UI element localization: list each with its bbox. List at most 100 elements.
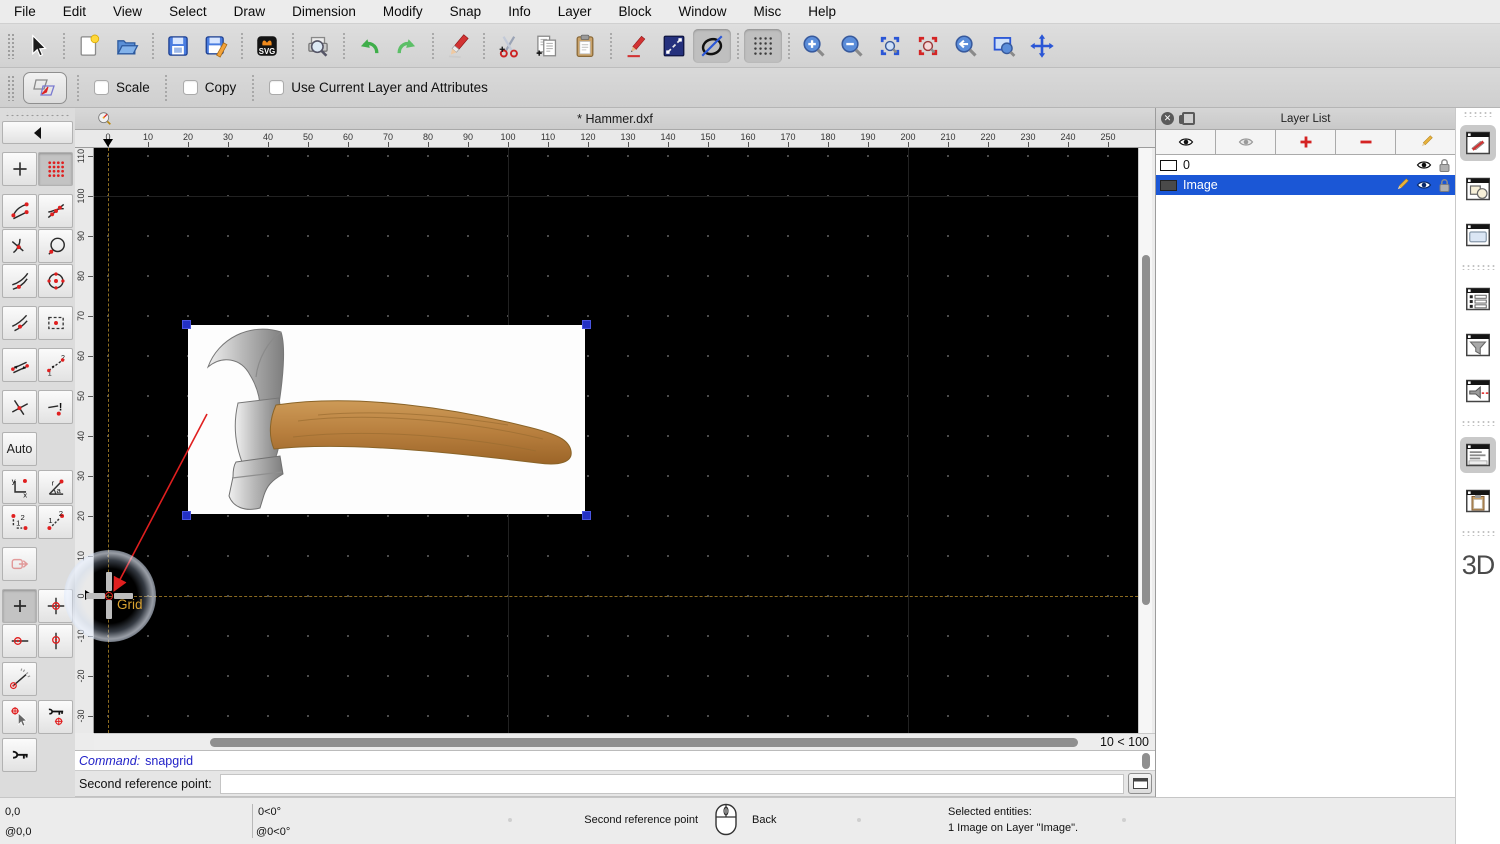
document-titlebar[interactable]: * Hammer.dxf [75,108,1155,130]
snap-grid-button[interactable] [38,152,73,186]
checkbox[interactable] [183,80,198,95]
eye-black-icon[interactable] [1416,157,1432,173]
command-history[interactable]: Command: snapgrid [75,750,1155,771]
save-file-button[interactable] [159,29,197,63]
option-scale[interactable]: Scale [94,80,150,95]
zoom-back-button[interactable] [947,29,985,63]
coord-cartesian-button[interactable]: yx [2,470,37,504]
back-arrow-button[interactable] [2,121,73,144]
layer-toolbar-eye-gray[interactable] [1216,130,1276,154]
zoom-out-button[interactable] [833,29,871,63]
checkbox[interactable] [269,80,284,95]
menu-draw[interactable]: Draw [234,4,266,19]
save-as-button[interactable] [197,29,235,63]
menu-select[interactable]: Select [169,4,207,19]
open-file-button[interactable] [108,29,146,63]
snap-nearest-button[interactable] [2,306,37,340]
dock-entity-list-button[interactable] [1460,281,1496,317]
print-preview-button[interactable] [299,29,337,63]
snap-on-circle-button[interactable] [38,229,73,263]
option-copy[interactable]: Copy [183,80,237,95]
rel-polar-button[interactable]: 12 [38,505,73,539]
dock-block-list-button[interactable] [1460,171,1496,207]
pointer-button[interactable] [19,29,57,63]
menu-modify[interactable]: Modify [383,4,423,19]
snap-tangent-button[interactable] [2,264,37,298]
menu-snap[interactable]: Snap [450,4,482,19]
layer-toolbar-plus-red[interactable] [1276,130,1336,154]
dock-layer-list-button[interactable] [1460,125,1496,161]
command-input[interactable] [220,774,1124,794]
scrollbar-thumb[interactable] [210,738,1078,747]
layer-toolbar-minus-red[interactable] [1336,130,1396,154]
line-attributes-button[interactable] [655,29,693,63]
menu-dimension[interactable]: Dimension [292,4,356,19]
canvas-vertical-scrollbar[interactable] [1138,148,1152,733]
command-history-scrollbar[interactable] [1142,753,1150,769]
lock-icon[interactable] [1438,158,1451,173]
redo-button[interactable] [388,29,426,63]
dock-selection-filter-button[interactable] [1460,327,1496,363]
dock-library-button[interactable] [1460,217,1496,253]
restrict-nothing-button[interactable] [2,589,37,623]
menu-window[interactable]: Window [679,4,727,19]
auto-button[interactable]: Auto [2,432,37,466]
dock-clipboard-button[interactable] [1460,483,1496,519]
dock-3d-label[interactable]: 3D [1462,550,1495,581]
layer-row-0[interactable]: 0 [1156,155,1455,175]
menu-misc[interactable]: Misc [754,4,782,19]
menu-view[interactable]: View [113,4,142,19]
restrict-horizontal-button[interactable] [2,624,37,658]
snap-free-button[interactable] [2,152,37,186]
dock-pen-button[interactable] [1460,373,1496,409]
angle-gauge-button[interactable] [2,662,37,696]
zoom-auto-button[interactable] [871,29,909,63]
eye-white-icon[interactable] [1416,177,1432,193]
snap-intersection-button[interactable] [2,390,37,424]
zoom-in-button[interactable] [795,29,833,63]
layer-toolbar-pencil-yellow[interactable] [1396,130,1455,154]
hammer-image-entity[interactable] [188,325,585,514]
dock-command-line-button[interactable] [1460,437,1496,473]
menu-layer[interactable]: Layer [558,4,592,19]
delete-eraser-button[interactable] [439,29,477,63]
coord-polar-button[interactable]: ra [38,470,73,504]
grid-toggle-button[interactable] [744,29,782,63]
drawing-canvas[interactable] [94,148,1138,733]
option-use-current-layer-and-attributes[interactable]: Use Current Layer and Attributes [269,80,488,95]
snap-on-entity-button[interactable] [38,194,73,228]
menu-info[interactable]: Info [508,4,531,19]
selection-handle-bottom-right[interactable] [582,511,591,520]
snap-center-button[interactable] [38,264,73,298]
canvas-horizontal-scrollbar[interactable]: 10 < 100 [94,733,1155,750]
cut-button[interactable] [490,29,528,63]
edit-pen-button[interactable] [617,29,655,63]
scrollbar-thumb[interactable] [1142,255,1150,605]
restrict-disabled-button[interactable] [2,547,37,581]
key-lock-button[interactable] [2,738,37,772]
snap-endpoints-button[interactable] [2,194,37,228]
selection-handle-top-left[interactable] [182,320,191,329]
zoom-window-button[interactable] [985,29,1023,63]
snap-reference-button[interactable] [38,306,73,340]
detach-panel-button[interactable] [1179,112,1192,125]
rel-cartesian-button[interactable]: 12 [2,505,37,539]
pencil-yellow-icon[interactable] [1394,177,1410,193]
ellipse-tool-button[interactable] [693,29,731,63]
snap-intersection-manual-button[interactable]: ! [38,390,73,424]
svg-export-button[interactable]: SVG [248,29,286,63]
paste-button[interactable] [566,29,604,63]
move-copy-tool-button[interactable] [23,72,67,104]
new-file-button[interactable] [70,29,108,63]
keyboard-toggle-button[interactable] [1128,773,1152,794]
lock-icon[interactable] [1438,178,1451,193]
menu-block[interactable]: Block [619,4,652,19]
snap-distance-button[interactable]: 12 [38,348,73,382]
restrict-orthogonal-button[interactable] [38,589,73,623]
checkbox[interactable] [94,80,109,95]
set-relative-zero-button[interactable] [2,700,37,734]
selection-handle-bottom-left[interactable] [182,511,191,520]
menu-help[interactable]: Help [808,4,836,19]
zoom-previous-button[interactable] [909,29,947,63]
undo-button[interactable] [350,29,388,63]
